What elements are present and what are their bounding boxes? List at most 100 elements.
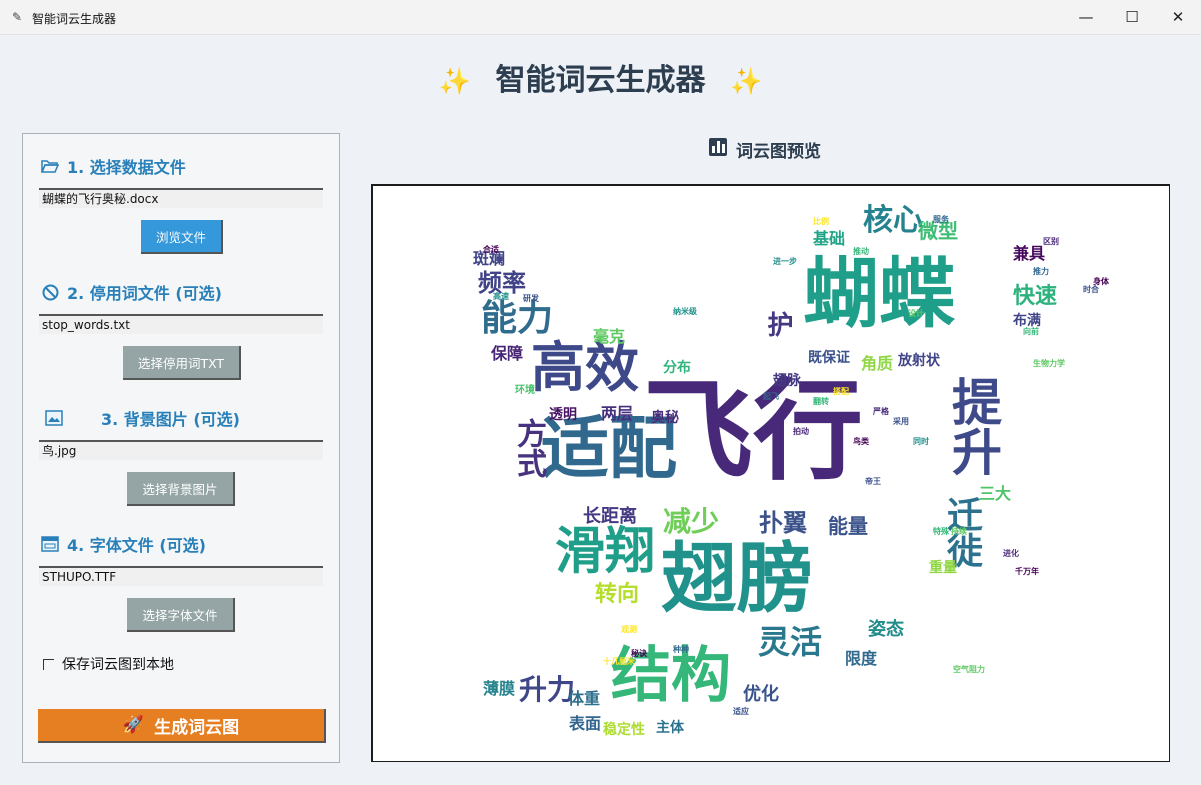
wordcloud-small-word: 比例 xyxy=(813,217,829,226)
feather-icon: ✎ xyxy=(12,10,23,24)
data-file-title-label: 1. 选择数据文件 xyxy=(67,158,186,177)
wordcloud-small-word: 区别 xyxy=(1043,237,1059,246)
app-heading: ✨ 智能词云生成器 ✨ xyxy=(0,55,1201,99)
wordcloud-small-word: 推动 xyxy=(853,247,869,256)
wordcloud-word: 三大 xyxy=(979,484,1012,503)
wordcloud-word: 能量 xyxy=(828,514,868,538)
wordcloud-word: 奥秘 xyxy=(651,410,679,426)
wordcloud-word: 核心 xyxy=(863,203,923,238)
preview-title: 词云图预览 xyxy=(708,137,821,162)
wordcloud-small-word: 持续 xyxy=(951,527,967,536)
wordcloud-word: 翅膀 xyxy=(661,534,813,623)
wordcloud-small-word: 同时 xyxy=(913,437,929,446)
wordcloud-canvas: 飞行 蝴蝶 适配 翅膀 结构 滑翔 提升 高效 能力 核心 升力 灵活 减少 扑翼 迁徙 转向 方式 频率护快速微… xyxy=(371,184,1170,762)
data-file-section-title: 1. 选择数据文件 xyxy=(41,154,186,178)
wordcloud-word: 结构 xyxy=(611,641,731,711)
window-title: 智能词云生成器 xyxy=(32,12,117,26)
wordcloud-word: 放射状 xyxy=(898,353,940,369)
wordcloud-word: 稳定性 xyxy=(603,722,645,738)
wordcloud-small-word: 推力 xyxy=(1033,267,1049,276)
wordcloud-word: 既保证 xyxy=(808,350,850,366)
wordcloud-word: 适配 xyxy=(541,410,678,489)
wordcloud-small-word: 搭配 xyxy=(833,387,849,396)
wordcloud-word: 薄膜 xyxy=(483,679,516,698)
wordcloud-small-word: 生物力学 xyxy=(1033,359,1065,368)
wordcloud-small-word: 服务 xyxy=(933,215,949,224)
wordcloud-word: 能力 xyxy=(481,298,554,339)
background-image-field[interactable]: 鸟.jpg xyxy=(39,440,323,460)
wordcloud-word: 重量 xyxy=(929,560,957,576)
wordcloud-small-word: 合适 xyxy=(483,245,499,254)
minimize-button[interactable]: — xyxy=(1063,0,1109,34)
close-button[interactable]: ✕ xyxy=(1155,0,1201,34)
font-file-field[interactable]: STHUPO.TTF xyxy=(39,566,323,586)
background-section-title: 3. 背景图片 (可选) xyxy=(45,406,240,430)
wordcloud-word: 方式 xyxy=(511,418,546,478)
wordcloud-small-word: 翻转 xyxy=(813,397,829,406)
wordcloud-small-word: 纳米级 xyxy=(673,307,697,316)
wordcloud-word: 蝴蝶 xyxy=(803,249,955,338)
wordcloud-word: 优化 xyxy=(743,684,779,705)
wordcloud-word: 角质 xyxy=(861,354,894,373)
wordcloud-small-word: 研发 xyxy=(523,294,539,303)
window-body: ✨ 智能词云生成器 ✨ 1. 选择数据文件 蝴蝶的飞行奥秘.docx 浏览文件 … xyxy=(0,35,1201,785)
wordcloud-word: 转向 xyxy=(595,582,640,607)
wordcloud-small-word: 向前 xyxy=(1023,327,1039,336)
wordcloud-word: 基础 xyxy=(813,229,846,248)
wordcloud-word: 主体 xyxy=(656,720,684,736)
wordcloud-word: 透明 xyxy=(549,407,577,423)
select-background-button[interactable]: 选择背景图片 xyxy=(127,472,235,506)
wordcloud-word: 高效 xyxy=(531,336,639,399)
wordcloud-small-word: 适应 xyxy=(733,707,749,716)
generate-wordcloud-button[interactable]: 🚀 生成词云图 xyxy=(38,709,326,743)
select-stopwords-button[interactable]: 选择停用词TXT xyxy=(123,346,241,380)
wordcloud-word: 灵活 xyxy=(758,623,823,661)
wordcloud-small-word: 进化 xyxy=(1003,549,1019,558)
wordcloud-word: 限度 xyxy=(845,649,878,668)
wordcloud-small-word: 采用 xyxy=(893,417,909,426)
select-font-button[interactable]: 选择字体文件 xyxy=(127,598,235,632)
wordcloud-word: 两层 xyxy=(601,404,634,423)
browse-file-button[interactable]: 浏览文件 xyxy=(141,220,223,254)
data-file-field[interactable]: 蝴蝶的飞行奥秘.docx xyxy=(39,188,323,208)
wordcloud-word: 减少 xyxy=(663,505,720,538)
preview-title-label: 词云图预览 xyxy=(736,142,821,162)
wordcloud-word: 表面 xyxy=(569,714,602,733)
wordcloud-small-word: 秘诀 xyxy=(631,649,647,658)
wordcloud-word: 环境 xyxy=(515,385,535,396)
app-heading-text: 智能词云生成器 xyxy=(495,63,706,98)
wordcloud-small-word: 时合 xyxy=(1083,285,1099,294)
wordcloud-word: 快速 xyxy=(1013,284,1058,309)
wordcloud-small-word: 拍动 xyxy=(793,427,809,436)
wordcloud-word: 兼具 xyxy=(1013,244,1046,263)
wordcloud-small-word: 高速 xyxy=(493,292,509,301)
control-panel: 1. 选择数据文件 蝴蝶的飞行奥秘.docx 浏览文件 2. 停用词文件 (可选… xyxy=(22,133,340,763)
save-option-label: 保存词云图到本地 xyxy=(62,657,174,673)
font-section-title: 4. 字体文件 (可选) xyxy=(41,532,206,556)
wordcloud-small-word: 鸟类 xyxy=(853,437,869,446)
wordcloud-word: 升力 xyxy=(519,673,576,706)
wordcloud-word: 翅脉 xyxy=(773,373,801,389)
generate-label: 生成词云图 xyxy=(154,717,240,738)
maximize-button[interactable]: ☐ xyxy=(1109,0,1155,34)
stopwords-field[interactable]: stop_words.txt xyxy=(39,314,323,334)
wordcloud-small-word: 空气阻力 xyxy=(953,665,985,674)
wordcloud-small-word: 特殊 xyxy=(933,527,949,536)
wordcloud-small-word: 千万年 xyxy=(1015,567,1039,576)
font-title-label: 4. 字体文件 (可选) xyxy=(67,536,206,555)
wordcloud-word: 提升 xyxy=(944,376,1002,476)
bar-chart-icon xyxy=(708,137,728,162)
wordcloud-word: 滑翔 xyxy=(555,522,655,580)
wordcloud-word: 姿态 xyxy=(868,619,904,640)
wordcloud-small-word: 观测 xyxy=(621,625,637,634)
prohibited-icon xyxy=(41,283,59,301)
wordcloud-word: 毫克 xyxy=(593,327,626,346)
save-checkbox[interactable] xyxy=(43,658,54,670)
wordcloud-small-word: 进一步 xyxy=(773,257,797,266)
folder-open-icon xyxy=(41,157,59,175)
stopwords-title-label: 2. 停用词文件 (可选) xyxy=(67,284,222,303)
save-option-row[interactable]: 保存词云图到本地 xyxy=(43,654,174,674)
wordcloud-word: 长距离 xyxy=(583,506,637,527)
wordcloud-small-word: 起飞 xyxy=(763,392,779,401)
background-title-label: 3. 背景图片 (可选) xyxy=(101,410,240,429)
